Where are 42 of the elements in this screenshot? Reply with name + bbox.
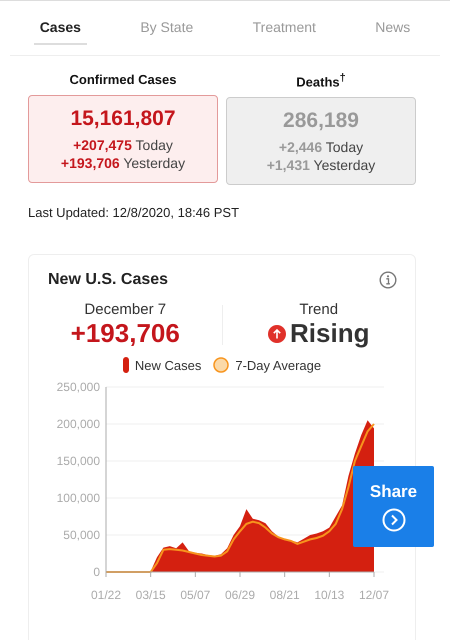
- legend-label: New Cases: [134, 358, 202, 373]
- stat-label: Yesterday: [314, 157, 376, 174]
- date-label: December 7: [84, 301, 166, 318]
- daily-count: +193,706: [70, 318, 180, 350]
- x-axis-label: 06/29: [224, 588, 256, 602]
- stat-total: 15,161,807: [70, 107, 176, 131]
- legend-swatch-icon: [213, 357, 230, 374]
- legend-swatch-icon: [122, 357, 129, 374]
- last-updated: Last Updated: 12/8/2020, 18:46 PST: [28, 205, 240, 220]
- stat-change: +207,475: [73, 137, 132, 153]
- y-axis-label: 100,000: [56, 491, 100, 506]
- x-axis-label: 03/15: [136, 588, 166, 602]
- y-axis-label: 150,000: [56, 454, 100, 468]
- x-axis-label: 10/13: [314, 588, 344, 602]
- tab[interactable]: News: [369, 17, 416, 45]
- tab[interactable]: Treatment: [246, 17, 322, 45]
- x-axis-label: 05/07: [180, 588, 210, 602]
- y-axis-label: 200,000: [56, 417, 100, 432]
- trend-value: Rising: [290, 318, 370, 350]
- info-icon[interactable]: [379, 271, 397, 290]
- card-title: New U.S. Cases: [48, 271, 168, 290]
- y-axis-label: 250,000: [56, 380, 100, 394]
- x-axis-label: 12/07: [358, 588, 390, 602]
- stat-label: Today: [326, 139, 364, 156]
- stat-change: +1,431: [266, 157, 310, 174]
- stat-title: Confirmed Cases: [70, 72, 176, 87]
- stat-label: Today: [136, 137, 173, 153]
- tab[interactable]: Cases: [34, 17, 87, 45]
- stat-change: +193,706: [60, 155, 120, 171]
- x-axis-label: 08/21: [270, 588, 300, 602]
- legend-label: 7-Day Average: [235, 358, 322, 373]
- share-button[interactable]: Share: [353, 466, 434, 547]
- stat-label: Yesterday: [123, 155, 186, 171]
- x-axis-label: 01/22: [90, 588, 122, 602]
- y-axis-label: 0: [93, 565, 100, 580]
- y-axis-label: 50,000: [63, 528, 100, 542]
- tab[interactable]: By State: [134, 17, 200, 45]
- stat-change: +2,446: [278, 139, 322, 156]
- stat-title: Deaths$^{†}$: [296, 72, 346, 90]
- stat-total: 286,189: [283, 109, 359, 134]
- trend-label: Trend: [299, 301, 338, 318]
- chevron-icon: [382, 508, 406, 532]
